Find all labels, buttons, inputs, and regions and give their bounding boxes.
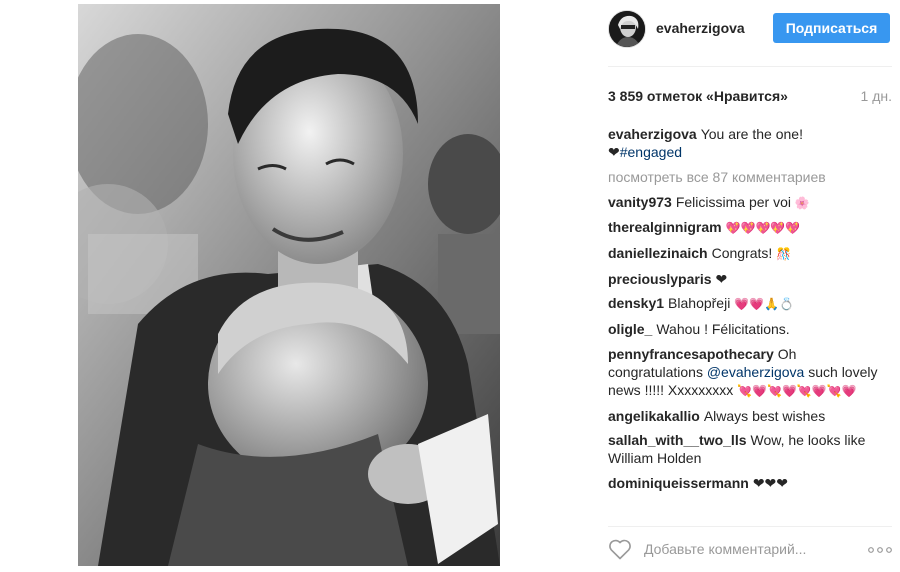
comment-username[interactable]: dominiqueissermann [608,475,749,491]
avatar[interactable] [608,10,646,48]
comment-item: pennyfrancesapothecary Oh congratulations… [608,345,892,400]
comment-emoji: ❤ [715,270,728,287]
comment-username[interactable]: oligle_ [608,321,652,337]
header-divider [608,66,892,67]
comment-username[interactable]: sallah_with__two_lls [608,432,747,448]
caption-text: You are the one! [700,126,803,142]
avatar-image [609,11,645,47]
comment-text: Wahou ! Félicitations. [656,321,790,338]
heart-emoji: ❤ [608,144,620,160]
view-all-comments-link[interactable]: посмотреть все 87 комментариев [608,168,892,186]
post-header: evaherzigova Подписаться [600,0,900,58]
comment-username[interactable]: preciouslyparis [608,271,712,287]
follow-button[interactable]: Подписаться [773,13,890,43]
comment-item: densky1 Blahopřeji 💗💗🙏💍 [608,294,892,313]
comment-text: Felicissima per voi [675,193,791,210]
comment-emoji: ❤❤❤ [752,474,789,491]
comment-item: vanity973 Felicissima per voi 🌸 [608,193,892,212]
comment-item: therealginnigram 💖💖💖💖💖 [608,218,892,237]
comment-text: Blahopřeji [668,295,731,312]
caption: evaherzigova You are the one! ❤#engaged [608,125,892,161]
comment-username[interactable]: vanity973 [608,194,672,210]
post-photo [78,4,500,566]
comment-username[interactable]: therealginnigram [608,219,722,235]
likes-row: 3 859 отметок «Нравится» 1 дн. [608,88,892,106]
comment-item: angelikakallio Always best wishes [608,407,892,425]
comment-text: Congrats! [711,245,773,262]
post-time[interactable]: 1 дн. [861,88,892,104]
comment-item: daniellezinaich Congrats! 🎊 [608,244,892,263]
comment-item: sallah_with__two_lls Wow, he looks like W… [608,431,892,467]
comment-emoji: 💗💗🙏💍 [734,297,794,312]
bottom-divider [608,526,892,527]
comment-username[interactable]: daniellezinaich [608,245,708,261]
comment-text: Always best wishes [703,407,826,424]
add-comment-bar [608,530,892,566]
comment-item: preciouslyparis ❤ [608,270,892,288]
add-comment-input[interactable] [644,536,844,562]
comment-username[interactable]: angelikakallio [608,408,700,424]
comment-emoji: 🌸 [794,195,810,210]
hashtag-link[interactable]: #engaged [620,144,682,160]
photo-illustration [78,4,500,566]
comment-item: oligle_ Wahou ! Félicitations. [608,320,892,338]
comments-list: evaherzigova You are the one! ❤#engaged п… [608,125,892,499]
caption-username[interactable]: evaherzigova [608,126,697,142]
comment-emoji: 💖💖💖💖💖 [725,221,801,236]
comment-emoji: 🎊 [776,247,792,262]
ellipsis-icon[interactable] [868,547,892,553]
header-username[interactable]: evaherzigova [656,20,745,36]
comment-emoji: 💘💗💘💗💘💗💘💗 [737,383,857,398]
comment-username[interactable]: densky1 [608,295,664,311]
comment-item: dominiqueissermann ❤❤❤ [608,474,892,492]
heart-outline-icon[interactable] [608,538,632,560]
mention-link[interactable]: @evaherzigova [707,364,805,380]
post-sidebar: evaherzigova Подписаться 3 859 отметок «… [600,0,900,572]
likes-count[interactable]: 3 859 отметок «Нравится» [608,88,788,104]
comment-username[interactable]: pennyfrancesapothecary [608,346,774,362]
